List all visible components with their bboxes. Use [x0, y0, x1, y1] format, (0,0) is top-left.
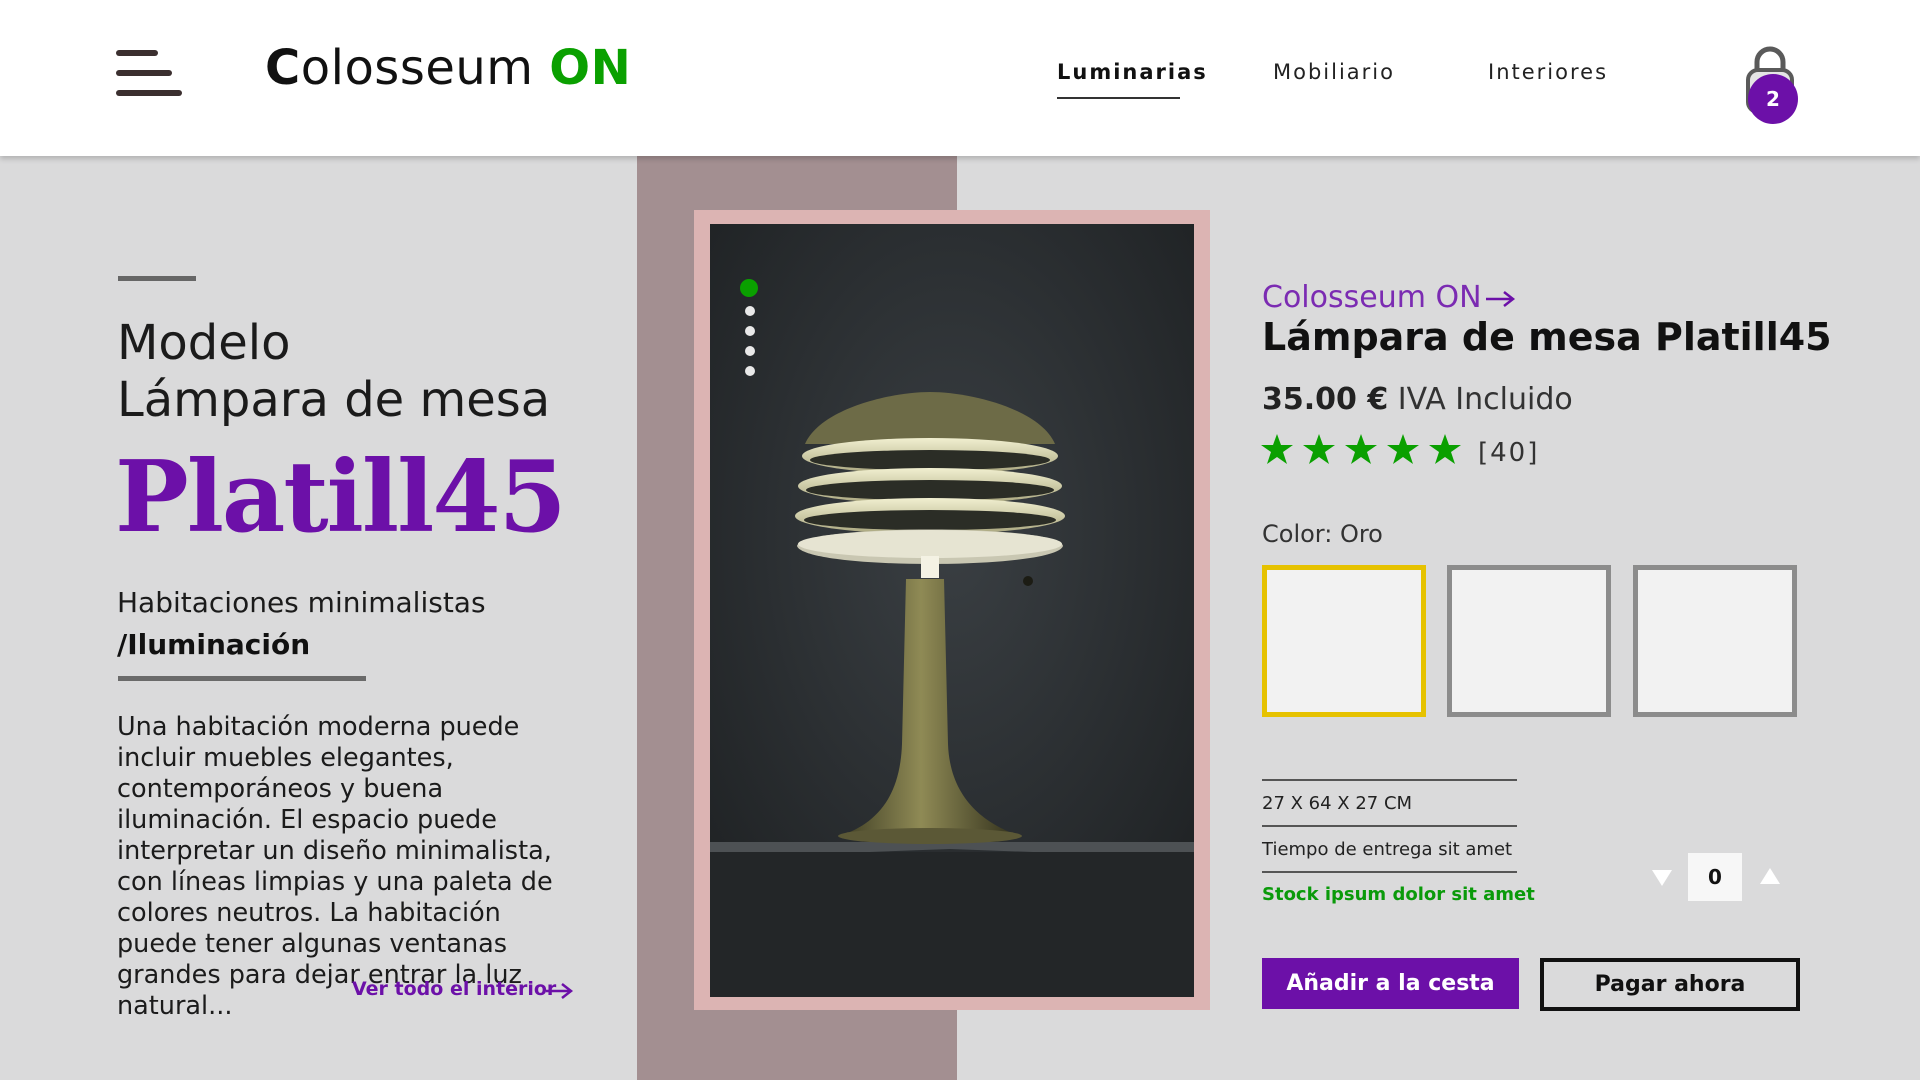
tax-note: IVA Incluido	[1397, 382, 1573, 417]
star-icon	[1261, 434, 1293, 464]
hero-category: /Iluminación	[117, 628, 311, 661]
model-type: Lámpara de mesa	[117, 372, 551, 428]
star-icon	[1345, 434, 1377, 464]
product-dimensions: 27 X 64 X 27 CM	[1262, 793, 1413, 814]
slide-indicator[interactable]	[745, 326, 755, 336]
hero-subtitle: Habitaciones minimalistas	[117, 586, 486, 619]
color-swatch[interactable]	[1447, 565, 1611, 717]
slide-indicator[interactable]	[745, 306, 755, 316]
site-logo[interactable]: Colosseum ON	[265, 40, 631, 96]
site-header: Colosseum ON Luminarias Mobiliario Inter…	[0, 0, 1920, 156]
pay-now-button[interactable]: Pagar ahora	[1540, 958, 1800, 1011]
color-swatch-oro[interactable]	[1262, 565, 1426, 717]
model-heading: Modelo Lámpara de mesa	[117, 315, 550, 429]
review-count[interactable]: [40]	[1478, 438, 1539, 468]
quantity-increase-icon[interactable]	[1759, 866, 1781, 886]
logo-initial: C	[265, 40, 301, 96]
divider	[1262, 825, 1517, 827]
slide-indicator[interactable]	[745, 346, 755, 356]
hero-product-name: Platill45	[115, 440, 567, 555]
color-swatch[interactable]	[1633, 565, 1797, 717]
slide-indicator-active[interactable]	[740, 279, 758, 297]
hero-description: Una habitación moderna puede incluir mue…	[117, 712, 553, 1021]
star-icon	[1303, 434, 1335, 464]
color-label: Color: Oro	[1262, 520, 1383, 548]
arrow-right-icon[interactable]	[544, 981, 574, 1001]
logo-accent: ON	[549, 40, 632, 96]
quantity-input[interactable]: 0	[1688, 853, 1742, 901]
delivery-time: Tiempo de entrega sit amet	[1262, 839, 1513, 860]
hamburger-menu-icon[interactable]	[116, 50, 186, 100]
model-label: Modelo	[117, 315, 291, 371]
category-underline	[118, 676, 366, 681]
star-rating	[1261, 434, 1461, 464]
add-to-cart-button[interactable]: Añadir a la cesta	[1262, 958, 1519, 1009]
price-line: 35.00 € IVA Incluido	[1262, 382, 1573, 417]
star-icon	[1429, 434, 1461, 464]
arrow-right-icon[interactable]	[1484, 288, 1516, 310]
product-title: Lámpara de mesa Platill45	[1262, 315, 1832, 359]
stock-status: Stock ipsum dolor sit amet	[1262, 884, 1535, 905]
nav-item-interiores[interactable]: Interiores	[1488, 60, 1608, 84]
logo-text: olosseum	[300, 40, 534, 96]
slide-indicator[interactable]	[745, 366, 755, 376]
nav-item-luminarias[interactable]: Luminarias	[1057, 60, 1208, 84]
nav-item-mobiliario[interactable]: Mobiliario	[1273, 60, 1395, 84]
nav-active-underline	[1057, 97, 1180, 99]
see-all-interior-link[interactable]: Ver todo el interior	[352, 978, 556, 1000]
product-photo	[710, 224, 1194, 997]
decorative-dash	[118, 276, 196, 281]
quantity-decrease-icon[interactable]	[1651, 868, 1673, 888]
table-lamp-image	[710, 224, 1194, 997]
cart-count-badge[interactable]: 2	[1748, 74, 1798, 124]
star-icon	[1387, 434, 1419, 464]
brand-link[interactable]: Colosseum ON	[1262, 280, 1482, 315]
product-price: 35.00 €	[1262, 382, 1389, 417]
divider	[1262, 779, 1517, 781]
divider	[1262, 871, 1517, 873]
